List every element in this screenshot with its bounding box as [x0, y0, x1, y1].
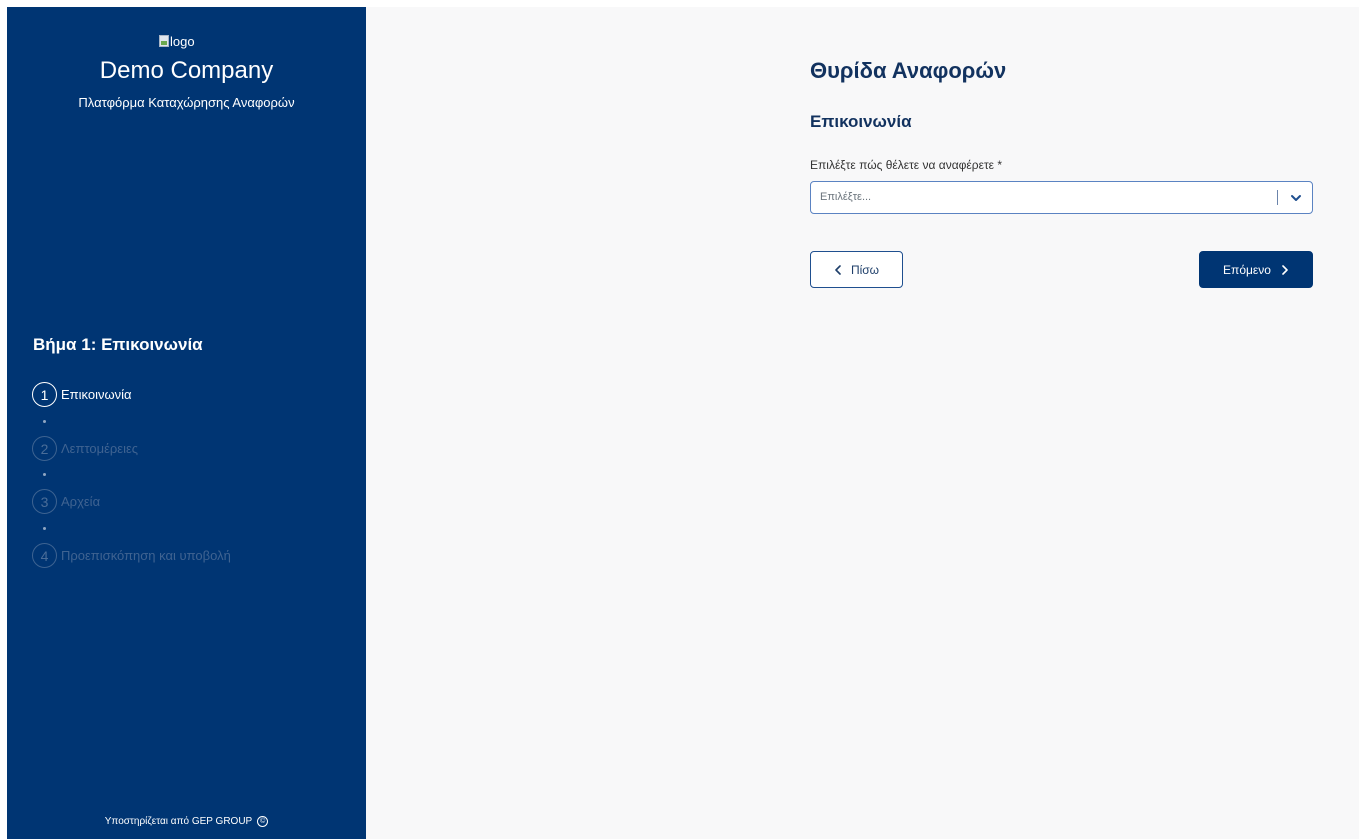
step-label: Επικοινωνία [61, 387, 132, 402]
step-label: Λεπτομέρειες [61, 441, 139, 456]
sidebar: logo Demo Company Πλατφόρμα Καταχώρησης … [7, 7, 366, 839]
select-separator [1277, 190, 1278, 205]
step-number-circle: 4 [32, 543, 57, 568]
company-name: Demo Company [99, 57, 274, 84]
step-number-circle: 1 [32, 382, 57, 407]
chevron-left-icon [835, 264, 841, 275]
report-method-label: Επιλέξτε πώς θέλετε να αναφέρετε * [810, 158, 1003, 172]
step-connector-dot [43, 420, 46, 423]
copyright-icon: © [257, 816, 269, 827]
step-item-details[interactable]: 2 Λεπτομέρειες [32, 436, 138, 461]
step-number-circle: 3 [32, 489, 57, 514]
current-step-heading: Βήμα 1: Επικοινωνία [33, 335, 203, 354]
page-title: Θυρίδα Αναφορών [810, 58, 1007, 83]
back-button[interactable]: Πίσω [810, 251, 903, 288]
select-placeholder: Επιλέξτε... [820, 191, 872, 203]
page-frame: logo Demo Company Πλατφόρμα Καταχώρησης … [7, 7, 1359, 839]
step-label: Αρχεία [61, 494, 101, 509]
broken-image-icon [159, 35, 169, 47]
chevron-right-icon [1282, 264, 1288, 275]
step-item-files[interactable]: 3 Αρχεία [32, 489, 100, 514]
next-button-label: Επόμενο [1223, 262, 1271, 277]
step-number-circle: 2 [32, 436, 57, 461]
step-connector-dot [43, 527, 46, 530]
back-button-label: Πίσω [850, 262, 880, 277]
section-title: Επικοινωνία [810, 112, 912, 131]
footer-text: Υποστηρίζεται από GEP GROUP [104, 816, 253, 827]
logo: logo [159, 33, 195, 49]
logo-alt-text: logo [170, 33, 195, 49]
step-item-contact[interactable]: 1 Επικοινωνία [32, 382, 132, 407]
step-label: Προεπισκόπηση και υποβολή [61, 548, 231, 563]
chevron-down-icon[interactable] [1286, 189, 1306, 207]
platform-subtitle: Πλατφόρμα Καταχώρησης Αναφορών [78, 95, 295, 110]
step-item-preview-submit[interactable]: 4 Προεπισκόπηση και υποβολή [32, 543, 231, 568]
step-connector-dot [43, 473, 46, 476]
sidebar-footer: Υποστηρίζεται από GEP GROUP © [7, 816, 366, 827]
next-button[interactable]: Επόμενο [1199, 251, 1313, 288]
report-method-select[interactable]: Επιλέξτε... [810, 181, 1313, 214]
